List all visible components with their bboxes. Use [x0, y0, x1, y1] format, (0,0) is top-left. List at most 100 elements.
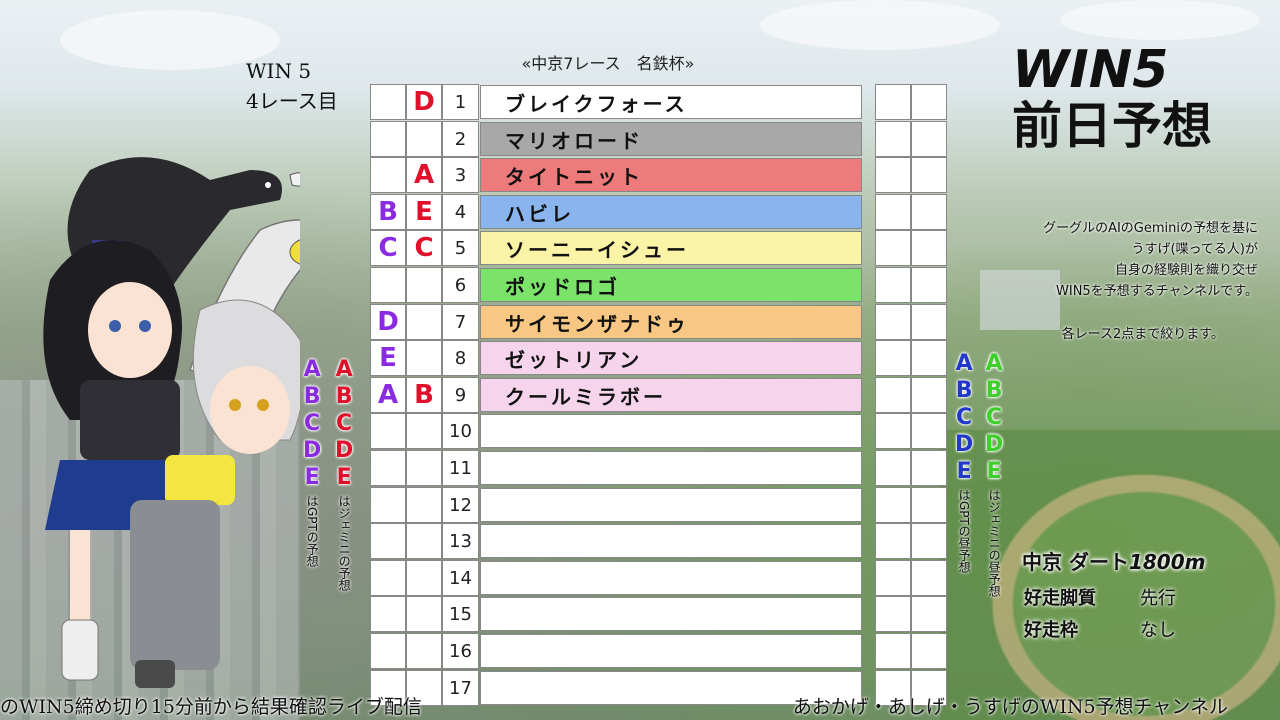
gpt-pick-cell: [370, 487, 406, 523]
gemini-pick-cell: [406, 596, 442, 632]
course-distance: 1800m: [1128, 550, 1206, 574]
gpt-legend: A B C D E はGPTの予想: [303, 356, 321, 567]
horse-name: [480, 634, 862, 668]
leg-label: 4レース目: [246, 89, 338, 113]
horse-number: 13: [442, 523, 479, 559]
race-title: «中京7レース 名鉄杯»: [521, 54, 695, 73]
legend-letter: E: [956, 459, 972, 484]
legend-letter: A: [335, 357, 353, 382]
horse-name: マリオロード: [480, 122, 862, 156]
gpt-pick-cell: [370, 84, 406, 120]
channel-description: グーグルのAIのGeminiの予想を基に うすげ(喋ってる人)が 自身の経験則を…: [958, 218, 1258, 302]
running-style: 好走脚質 先行: [1024, 584, 1176, 610]
footer-live-notice: のWIN5締め切り15分前から結果確認ライブ配信: [0, 696, 422, 718]
horse-number: 3: [442, 157, 479, 193]
gpt-noon-pick-cell: [875, 84, 911, 120]
gpt-noon-pick-cell: [875, 413, 911, 449]
horse-name: クールミラボー: [480, 378, 862, 412]
horse-number: 11: [442, 450, 479, 486]
gpt-noon-pick-cell: [875, 304, 911, 340]
horse-number: 16: [442, 633, 479, 669]
horse-name: [480, 414, 862, 448]
gpt-noon-pick-cell: [875, 267, 911, 303]
description-line: グーグルのAIのGeminiの予想を基に: [1043, 221, 1258, 236]
legend-letter: D: [303, 438, 322, 463]
gpt-noon-pick-cell: [875, 523, 911, 559]
gpt-noon-pick-cell: [875, 487, 911, 523]
horse-name: ソーニーイシュー: [480, 231, 862, 265]
gpt-noon-pick-cell: [875, 377, 911, 413]
gemini-legend: A B C D E はジェミニの予想: [335, 356, 353, 591]
gpt-pick-mark: D: [377, 307, 399, 337]
gate-advantage: 好走枠 なし: [1024, 616, 1176, 642]
legend-letter: E: [336, 465, 352, 490]
gpt-noon-pick-cell: [875, 194, 911, 230]
horse-number: 17: [442, 670, 479, 706]
legend-letter: C: [986, 405, 1003, 430]
headline-win5: WIN5: [1012, 40, 1169, 100]
gemini-pick-cell: [406, 413, 442, 449]
gpt-noon-pick-cell: [875, 596, 911, 632]
gemini-noon-pick-cell: [911, 560, 947, 596]
gpt-noon-pick-cell: [875, 560, 911, 596]
legend-note: はジェミニの予想: [337, 495, 352, 591]
gemini-pick-cell: [406, 267, 442, 303]
gpt-pick-mark: B: [378, 197, 398, 227]
description-line: うすげ(喋ってる人)が: [1131, 242, 1259, 257]
horse-number: 4: [442, 194, 479, 230]
gemini-noon-pick-cell: [911, 304, 947, 340]
gemini-pick-cell: [406, 633, 442, 669]
gpt-pick-cell: [370, 413, 406, 449]
gpt-pick-cell: [370, 560, 406, 596]
gemini-pick-mark: B: [414, 380, 434, 410]
gate-value: なし: [1140, 620, 1176, 641]
description-line: 自身の経験則を織り交ぜ: [1114, 263, 1258, 278]
gemini-noon-pick-cell: [911, 230, 947, 266]
legend-letter: B: [985, 378, 1003, 403]
horse-number: 2: [442, 121, 479, 157]
gpt-pick-cell: [370, 523, 406, 559]
legend-letter: B: [955, 378, 973, 403]
legend-letter: E: [304, 465, 320, 490]
gpt-noon-pick-cell: [875, 450, 911, 486]
legend-note: はGPTの予想: [305, 495, 320, 567]
legend-letter: B: [303, 384, 321, 409]
legend-letter: C: [304, 411, 321, 436]
gemini-pick-mark: E: [415, 197, 433, 227]
gemini-pick-cell: [406, 304, 442, 340]
footer-channel-name: あおかげ・あしげ・うすげのWIN5予想チャンネル: [792, 696, 1228, 718]
gpt-pick-mark: C: [378, 233, 398, 263]
gpt-pick-cell: [370, 267, 406, 303]
legend-note: はジェミニの昼予想: [987, 489, 1002, 597]
win5-label: WIN 5: [246, 59, 312, 83]
legend-letter: B: [335, 384, 353, 409]
horse-name: サイモンザナドゥ: [480, 305, 862, 339]
gemini-noon-pick-cell: [911, 377, 947, 413]
gemini-noon-pick-cell: [911, 194, 947, 230]
legend-letter: C: [336, 411, 353, 436]
gemini-noon-pick-cell: [911, 487, 947, 523]
selection-note: 各レース2点まで絞ります。: [1061, 327, 1224, 342]
legend-letter: D: [985, 432, 1004, 457]
gemini-noon-pick-cell: [911, 596, 947, 632]
gemini-noon-pick-cell: [911, 633, 947, 669]
gpt-pick-cell: [370, 633, 406, 669]
gpt-noon-pick-cell: [875, 121, 911, 157]
gemini-noon-pick-cell: [911, 523, 947, 559]
horse-number: 9: [442, 377, 479, 413]
gpt-pick-cell: [370, 596, 406, 632]
gemini-pick-mark: A: [413, 160, 435, 190]
gemini-noon-pick-cell: [911, 450, 947, 486]
gemini-noon-legend: A B C D E はジェミニの昼予想: [985, 350, 1003, 597]
headline-subtitle: 前日予想: [1012, 97, 1212, 155]
gate-label: 好走枠: [1024, 620, 1078, 641]
gpt-noon-pick-cell: [875, 340, 911, 376]
gemini-noon-pick-cell: [911, 84, 947, 120]
gpt-pick-cell: [370, 157, 406, 193]
course-info: 中京 ダート1800m: [1022, 546, 1205, 575]
gemini-pick-cell: [406, 340, 442, 376]
gemini-pick-mark: C: [414, 233, 434, 263]
course-surface: ダート: [1068, 550, 1129, 574]
gpt-pick-mark: E: [379, 343, 397, 373]
gemini-pick-cell: [406, 560, 442, 596]
